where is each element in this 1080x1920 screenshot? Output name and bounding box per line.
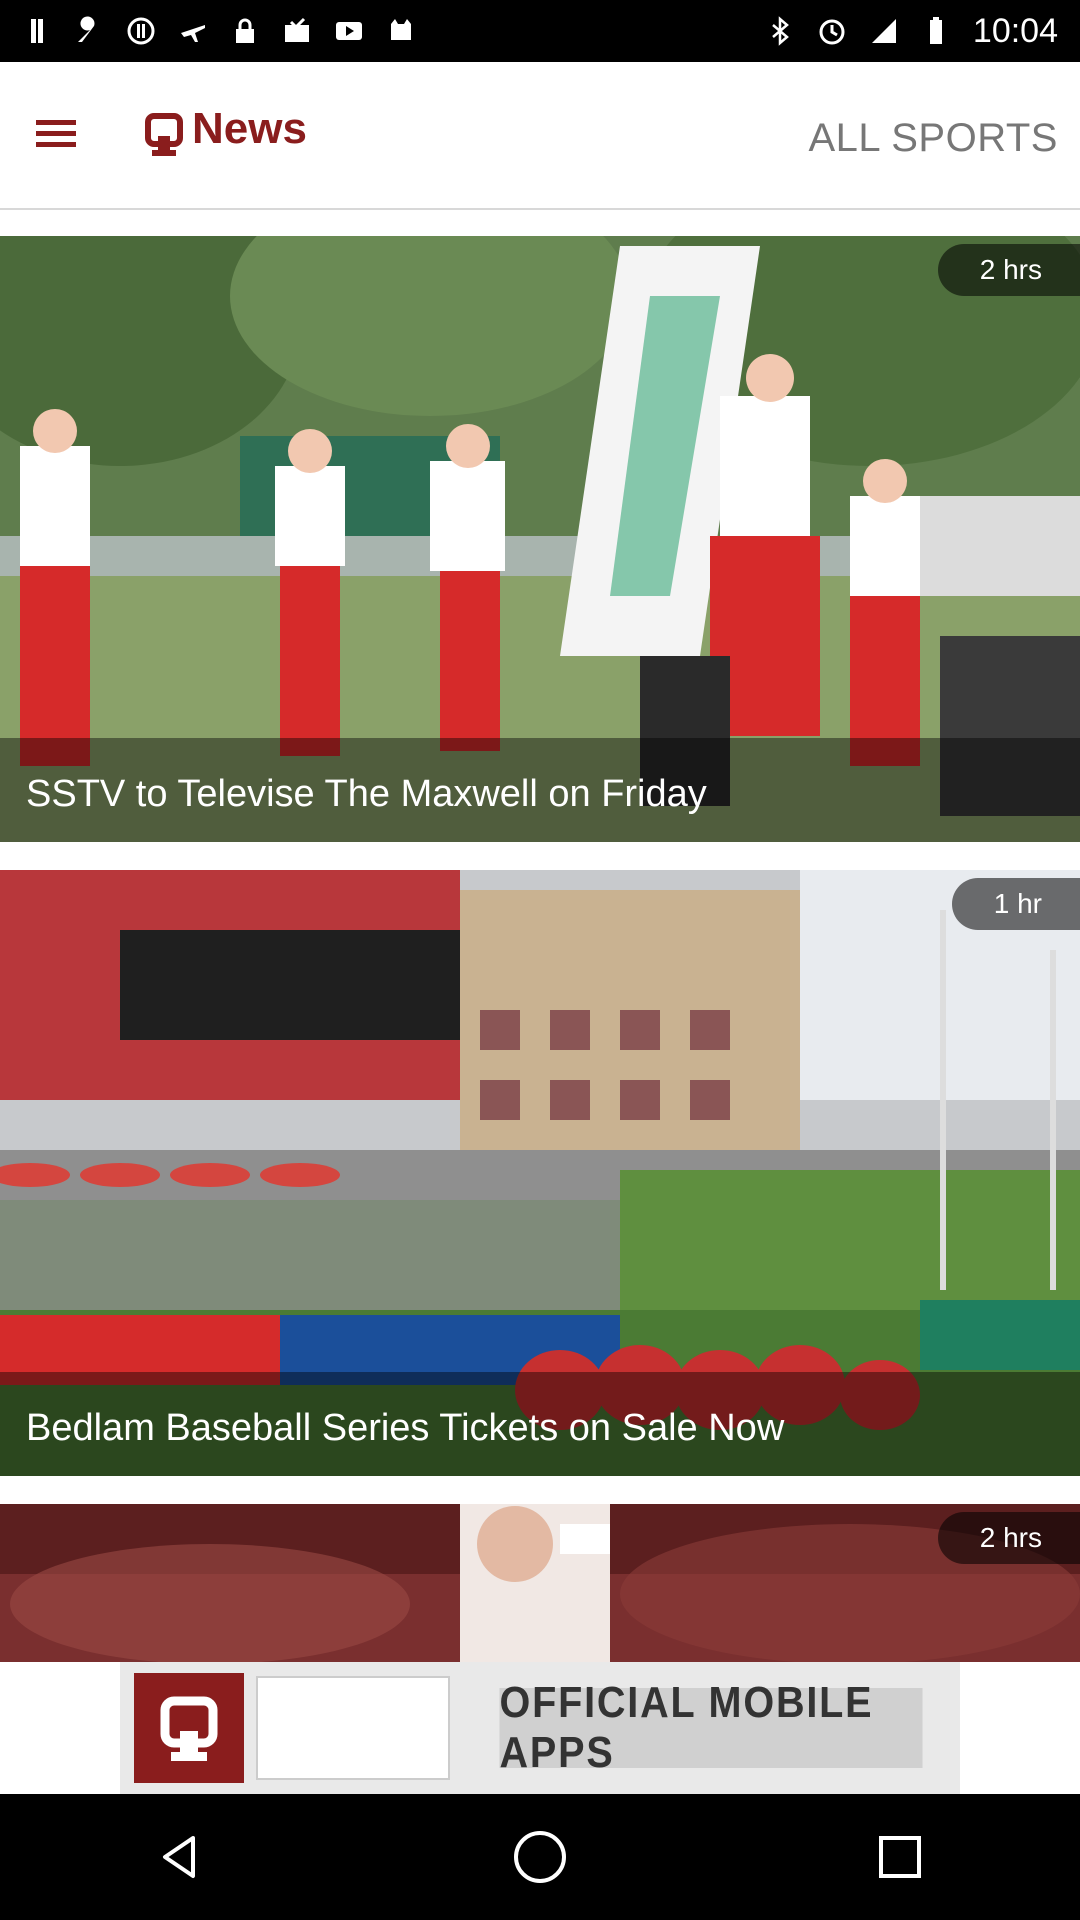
alarm-icon [819,19,845,45]
airplane-icon [181,25,205,42]
status-time: 10:04 [972,11,1058,50]
back-icon [163,1836,195,1878]
app-bar: News ALL SPORTS [0,62,1080,210]
recents-icon [879,1836,921,1878]
play-icon [336,22,362,40]
news-card[interactable]: 2 hrs [0,1504,1080,1662]
home-button[interactable] [505,1822,575,1892]
lock-icon [236,18,254,43]
alert-icon [127,17,155,45]
recents-button[interactable] [865,1822,935,1892]
news-card[interactable]: 2 hrs SSTV to Televise The Maxwell on Fr… [0,236,1080,842]
back-button[interactable] [145,1822,215,1892]
signal-icon [871,19,896,43]
news-headline: Bedlam Baseball Series Tickets on Sale N… [26,1407,785,1449]
ad-screens-image [256,1676,450,1780]
battery-icon [929,17,942,44]
menu-icon [36,120,76,125]
home-icon [514,1831,566,1883]
ad-text: OFFICIAL MOBILE APPS [499,1678,923,1777]
all-sports-button[interactable]: ALL SPORTS [808,116,1058,161]
menu-button[interactable] [36,114,76,154]
ad-ou-logo-icon [134,1673,244,1783]
time-badge: 1 hr [951,878,1080,930]
wrench-icon [78,16,95,42]
news-card[interactable]: 1 hr Bedlam Baseball Series Tickets on S… [0,870,1080,1476]
menu-lines-icon [31,19,43,43]
news-image-gymnastics [0,1504,1080,1662]
status-right-icons: 10:04 [765,12,1058,51]
bluetooth-icon [772,16,789,46]
ou-logo-icon [145,113,183,156]
system-nav-bar [0,1794,1080,1920]
status-bar: 10:04 [0,0,1080,62]
time-badge: 2 hrs [937,1512,1080,1564]
cat-icon [391,19,411,40]
news-headline: SSTV to Televise The Maxwell on Friday [26,773,707,815]
ad-banner[interactable]: OFFICIAL MOBILE APPS [120,1662,960,1794]
mail-check-icon [285,17,309,42]
status-left-icons [22,16,416,46]
page-title: News [192,104,307,153]
time-badge: 2 hrs [937,244,1080,296]
